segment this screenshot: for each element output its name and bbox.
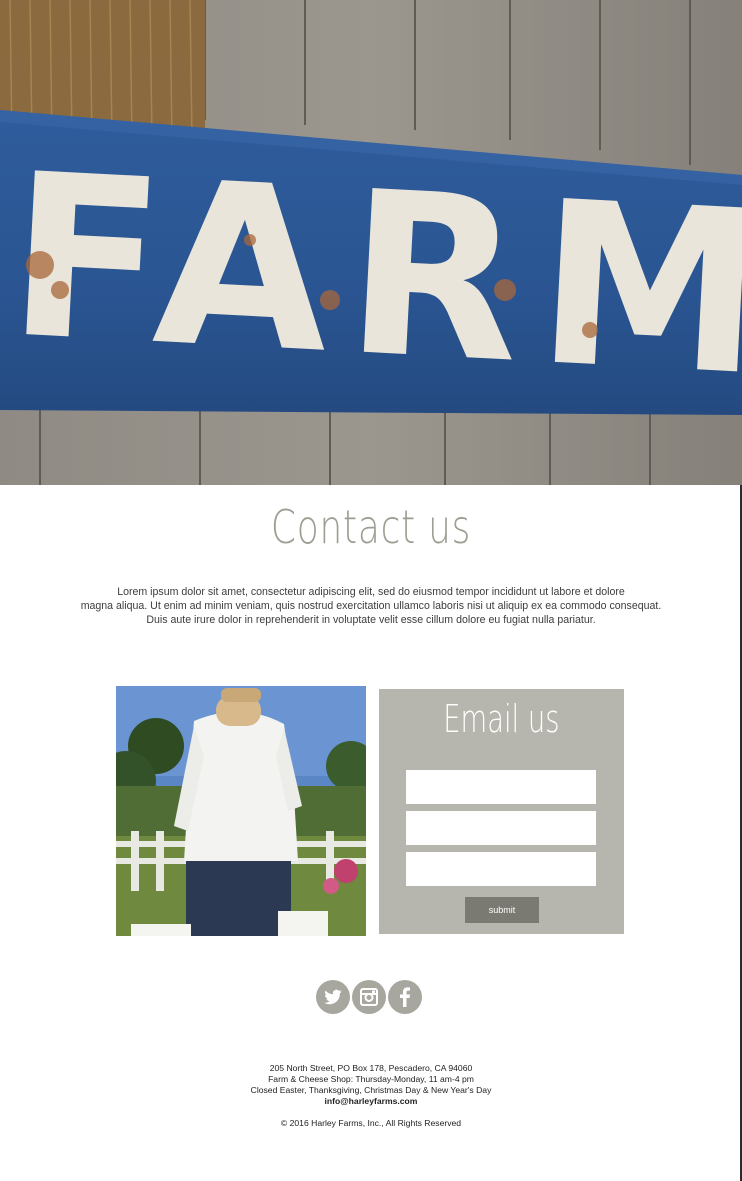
- hero-image: FARM: [0, 0, 742, 485]
- email-form-field-3[interactable]: [406, 852, 596, 886]
- email-form-field-2[interactable]: [406, 811, 596, 845]
- submit-button[interactable]: submit: [465, 897, 539, 923]
- intro-paragraph: Lorem ipsum dolor sit amet, consectetur …: [60, 585, 682, 627]
- farm-sign-photo: FARM: [0, 0, 742, 485]
- footer: 205 North Street, PO Box 178, Pescadero,…: [0, 1063, 742, 1107]
- email-form-field-1[interactable]: [406, 770, 596, 804]
- instagram-icon[interactable]: [352, 980, 386, 1014]
- email-form-title: Email us: [443, 697, 560, 741]
- facebook-icon[interactable]: [388, 980, 422, 1014]
- footer-address: 205 North Street, PO Box 178, Pescadero,…: [269, 1063, 473, 1073]
- page-title: Contact us: [270, 500, 472, 554]
- footer-shop-hours: Farm & Cheese Shop: Thursday-Monday, 11 …: [268, 1074, 474, 1084]
- footer-email-link[interactable]: info@harleyfarms.com: [0, 1096, 742, 1107]
- footer-closed-days: Closed Easter, Thanksgiving, Christmas D…: [250, 1085, 492, 1095]
- farmer-photo: [116, 686, 366, 936]
- intro-line: Lorem ipsum dolor sit amet, consectetur …: [117, 586, 625, 598]
- twitter-icon[interactable]: [316, 980, 350, 1014]
- copyright: © 2016 Harley Farms, Inc., All Rights Re…: [280, 1118, 462, 1128]
- intro-line: magna aliqua. Ut enim ad minim veniam, q…: [80, 600, 662, 612]
- email-form-panel: Email us submit: [379, 689, 624, 934]
- sign-text: FARM: [3, 125, 742, 427]
- intro-line: Duis aute irure dolor in reprehenderit i…: [146, 614, 596, 626]
